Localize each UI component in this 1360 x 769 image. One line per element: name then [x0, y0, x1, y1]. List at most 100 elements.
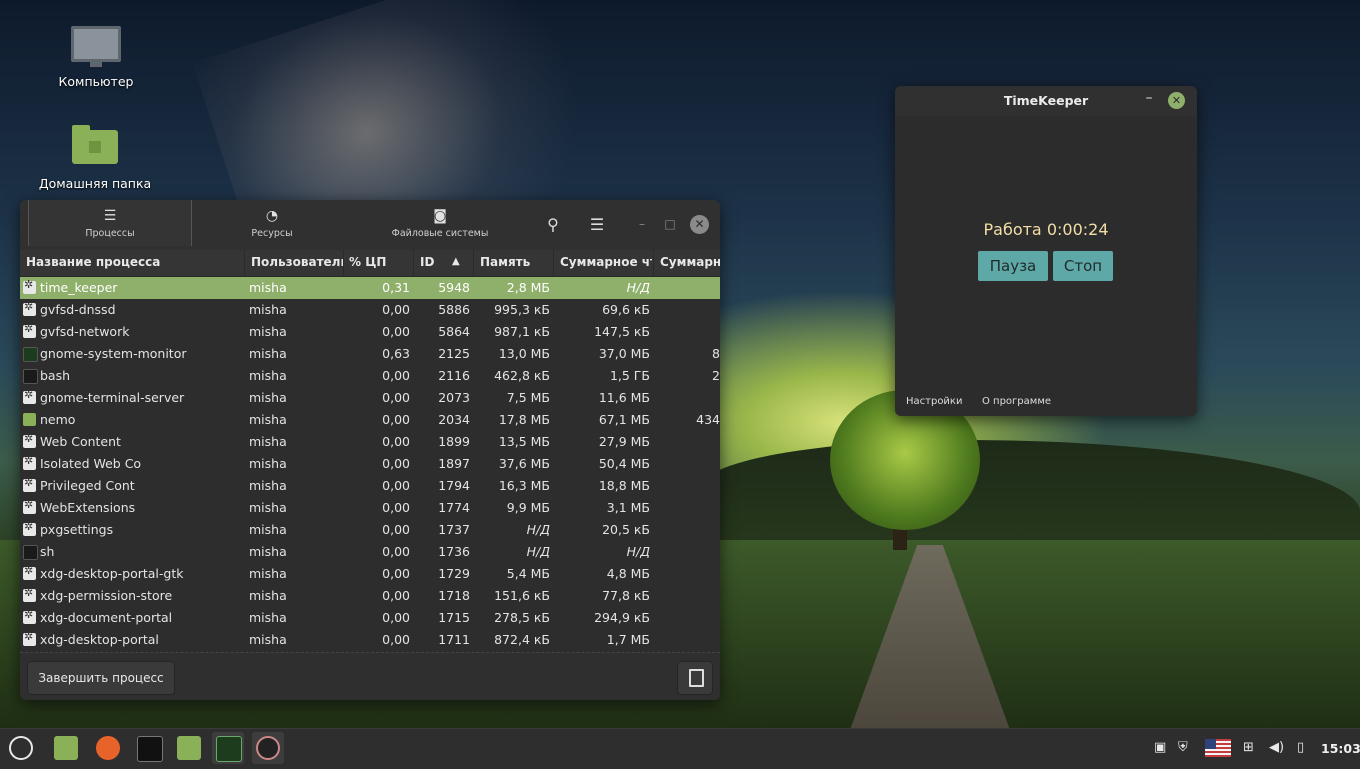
process-cpu: 0,00: [382, 610, 410, 625]
folder-icon[interactable]: [173, 732, 205, 764]
process-name: WebExtensions: [40, 500, 136, 515]
process-total-read: 37,0 МБ: [598, 346, 650, 361]
process-total-read: 294,9 кБ: [594, 610, 650, 625]
process-user: misha: [249, 456, 287, 471]
system-monitor-icon[interactable]: [212, 732, 244, 764]
settings-link[interactable]: Настройки: [906, 396, 962, 407]
files-icon[interactable]: [50, 732, 82, 764]
table-row[interactable]: xdg-desktop-portal-gtk misha 0,00 1729 5,4 М…: [20, 563, 720, 585]
table-row[interactable]: Privileged Cont misha 0,00 1794 16,3 МБ 18,8 …: [20, 475, 720, 497]
table-row[interactable]: Web Content misha 0,00 1899 13,5 МБ 27,9 МБ: [20, 431, 720, 453]
process-memory: 987,1 кБ: [494, 324, 550, 339]
taskbar: ▣ ⛨ ⊞ ◀) ▯ 15:03: [0, 728, 1360, 769]
process-icon: [23, 520, 36, 536]
process-name: Web Content: [40, 434, 121, 449]
table-row[interactable]: bash misha 0,00 2116 462,8 кБ 1,5 ГБ 2: [20, 365, 720, 387]
process-user: misha: [249, 346, 287, 361]
table-row[interactable]: nemo misha 0,00 2034 17,8 МБ 67,1 МБ 434: [20, 409, 720, 431]
clipboard-icon[interactable]: ▣: [1154, 740, 1166, 755]
system-monitor-window: ☰ Процессы ◔ Ресурсы ◙ Файловые системы …: [20, 200, 720, 700]
process-total-read: Н/Д: [626, 280, 650, 295]
stop-button[interactable]: Стоп: [1053, 251, 1113, 281]
col-user[interactable]: Пользователь: [251, 255, 343, 269]
process-user: misha: [249, 566, 287, 581]
table-row[interactable]: time_keeper misha 0,31 5948 2,8 МБ Н/Д: [20, 277, 720, 299]
process-icon: [23, 413, 36, 426]
volume-icon[interactable]: ◀): [1269, 740, 1284, 755]
table-row[interactable]: pxgsettings misha 0,00 1737 Н/Д 20,5 кБ: [20, 519, 720, 541]
network-icon[interactable]: ⊞: [1243, 740, 1254, 755]
desktop-computer-label: Компьютер: [58, 74, 134, 89]
battery-icon[interactable]: ▯: [1297, 740, 1304, 755]
process-cpu: 0,00: [382, 588, 410, 603]
process-id: 1774: [438, 500, 470, 515]
table-row[interactable]: WebExtensions misha 0,00 1774 9,9 МБ 3,1 МБ: [20, 497, 720, 519]
menu-icon[interactable]: ☰: [584, 212, 610, 238]
table-row[interactable]: gnome-terminal-server misha 0,00 2073 7,5 МБ…: [20, 387, 720, 409]
process-icon: [23, 545, 38, 560]
minimize-icon[interactable]: –: [1141, 90, 1157, 110]
process-cpu: 0,00: [382, 456, 410, 471]
table-row[interactable]: gvfsd-network misha 0,00 5864 987,1 кБ 147,5 …: [20, 321, 720, 343]
process-list: time_keepermisha0,3159482,8 МБН/Дgvfsd-d…: [20, 277, 720, 651]
maximize-icon[interactable]: □: [660, 214, 680, 234]
process-cpu: 0,00: [382, 434, 410, 449]
tab-filesystems[interactable]: ◙ Файловые системы: [360, 200, 520, 246]
process-total-read: 3,1 МБ: [606, 500, 650, 515]
desktop-computer[interactable]: Компьютер: [36, 26, 156, 89]
col-name[interactable]: Название процесса: [26, 255, 236, 269]
search-icon[interactable]: ⚲: [540, 212, 566, 238]
close-icon[interactable]: ✕: [690, 215, 709, 234]
process-memory: 278,5 кБ: [494, 610, 550, 625]
tab-resources[interactable]: ◔ Ресурсы: [192, 200, 352, 246]
end-process-button[interactable]: Завершить процесс: [27, 661, 175, 695]
table-row[interactable]: xdg-permission-store misha 0,00 1718 151,6 к…: [20, 585, 720, 607]
process-name: gnome-terminal-server: [40, 390, 185, 405]
close-icon[interactable]: ✕: [1168, 92, 1185, 109]
process-id: 1715: [438, 610, 470, 625]
us-flag-icon[interactable]: [1205, 739, 1231, 757]
about-link[interactable]: О программе: [982, 396, 1051, 407]
process-icon: [23, 432, 36, 448]
col-total-read[interactable]: Суммарное чт: [560, 255, 652, 269]
terminal-icon[interactable]: [133, 732, 165, 764]
process-user: misha: [249, 544, 287, 559]
process-cpu: 0,00: [382, 302, 410, 317]
menu-icon[interactable]: [5, 732, 37, 764]
clock[interactable]: 15:03: [1321, 741, 1360, 756]
process-total-read: 1,5 ГБ: [609, 368, 650, 383]
table-row[interactable]: sh misha 0,00 1736 Н/Д Н/Д: [20, 541, 720, 563]
process-total-read: 50,4 МБ: [598, 456, 650, 471]
col-id[interactable]: ID: [420, 255, 444, 269]
table-row[interactable]: xdg-desktop-portal misha 0,00 1711 872,4 кБ 1…: [20, 629, 720, 651]
process-id: 2125: [438, 346, 470, 361]
computer-icon: [71, 26, 121, 67]
col-total-write[interactable]: Суммарн: [660, 255, 720, 269]
process-memory: 151,6 кБ: [494, 588, 550, 603]
properties-icon[interactable]: [677, 661, 713, 695]
col-cpu[interactable]: % ЦП: [349, 255, 409, 269]
process-id: 2034: [438, 412, 470, 427]
process-user: misha: [249, 588, 287, 603]
table-row[interactable]: gvfsd-dnssd misha 0,00 5886 995,3 кБ 69,6 кБ: [20, 299, 720, 321]
timekeeper-icon[interactable]: [252, 732, 284, 764]
firefox-icon[interactable]: [92, 732, 124, 764]
shield-icon[interactable]: ⛨: [1178, 740, 1188, 755]
process-total-read: 77,8 кБ: [602, 588, 650, 603]
process-cpu: 0,00: [382, 478, 410, 493]
process-icon: [23, 498, 36, 514]
table-row[interactable]: xdg-document-portal misha 0,00 1715 278,5 кБ…: [20, 607, 720, 629]
table-row[interactable]: Isolated Web Co misha 0,00 1897 37,6 МБ 50,4 …: [20, 453, 720, 475]
process-user: misha: [249, 500, 287, 515]
table-row[interactable]: gnome-system-monitor misha 0,63 2125 13,0 МБ…: [20, 343, 720, 365]
process-id: 2116: [438, 368, 470, 383]
process-total-read: 67,1 МБ: [598, 412, 650, 427]
pause-button[interactable]: Пауза: [978, 251, 1048, 281]
process-id: 5886: [438, 302, 470, 317]
minimize-icon[interactable]: –: [632, 214, 652, 234]
desktop-home-folder[interactable]: Домашняя папка: [35, 125, 155, 191]
process-cpu: 0,00: [382, 390, 410, 405]
tab-processes[interactable]: ☰ Процессы: [28, 200, 192, 246]
col-memory[interactable]: Память: [480, 255, 550, 269]
process-name: Isolated Web Co: [40, 456, 142, 471]
